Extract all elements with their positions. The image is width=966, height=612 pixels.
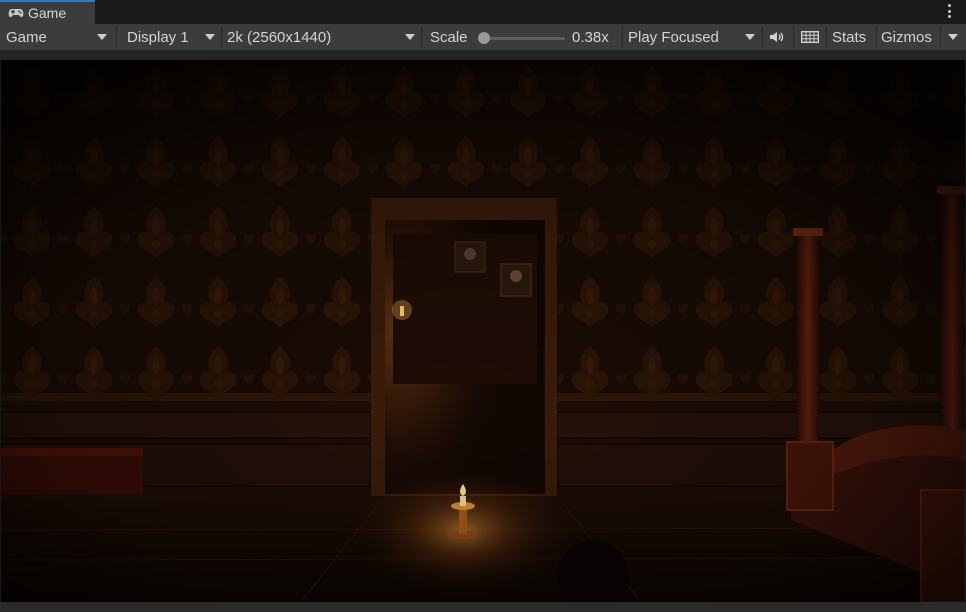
divider: [116, 26, 117, 48]
display-label: Display 1: [127, 28, 189, 46]
chevron-down-icon: [745, 34, 755, 40]
grid-toggle-button[interactable]: [796, 24, 824, 50]
stats-button[interactable]: Stats: [832, 24, 866, 50]
gizmos-menu-chevron-icon[interactable]: [948, 34, 958, 40]
gizmos-label: Gizmos: [881, 28, 932, 46]
view-mode-label: Game: [6, 28, 47, 46]
scale-label-text: Scale: [430, 28, 468, 46]
resolution-dropdown[interactable]: 2k (2560x1440): [227, 24, 417, 50]
resolution-label: 2k (2560x1440): [227, 28, 332, 46]
divider: [421, 26, 422, 48]
play-mode-dropdown[interactable]: Play Focused: [628, 24, 758, 50]
chevron-down-icon: [405, 34, 415, 40]
chevron-down-icon: [97, 34, 107, 40]
speaker-icon: [770, 32, 784, 42]
tab-strip: Game: [0, 0, 966, 24]
stats-label: Stats: [832, 28, 867, 46]
scale-slider-track[interactable]: [483, 37, 565, 40]
gizmos-button[interactable]: Gizmos: [881, 24, 932, 50]
scale-slider-thumb[interactable]: [478, 32, 490, 44]
divider: [876, 26, 877, 48]
bottom-border: [0, 602, 966, 612]
scale-value-text: 0.38x: [572, 28, 609, 46]
grid-keyboard-icon: [801, 31, 819, 43]
divider: [221, 26, 222, 48]
divider: [622, 26, 623, 48]
tab-title: Game: [28, 5, 67, 21]
viewport-header-strip: [0, 51, 966, 60]
gamepad-icon: [8, 9, 24, 18]
mute-audio-button[interactable]: [764, 24, 790, 50]
divider: [940, 26, 941, 48]
game-viewport[interactable]: [1, 60, 965, 602]
chevron-down-icon: [205, 34, 215, 40]
scale-label: Scale: [430, 24, 468, 50]
scale-value: 0.38x: [572, 24, 609, 50]
kebab-menu-icon[interactable]: [948, 4, 952, 18]
divider: [762, 26, 763, 48]
game-scene: [1, 60, 965, 602]
tab-game[interactable]: Game: [0, 0, 95, 24]
play-mode-label: Play Focused: [628, 28, 719, 46]
divider: [793, 26, 794, 48]
divider: [826, 26, 827, 48]
